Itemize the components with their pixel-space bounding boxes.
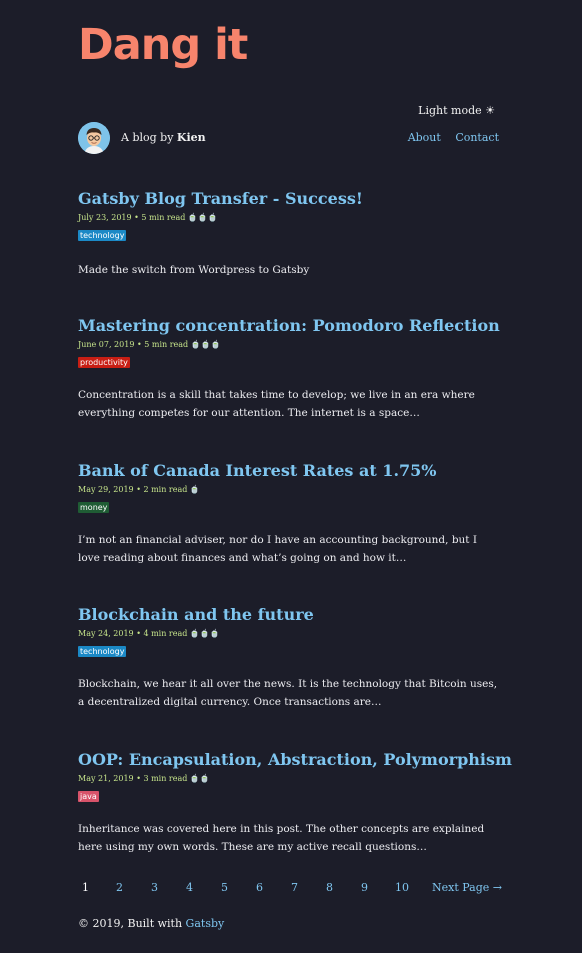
post-meta: May 29, 2019 • 2 min read 🍵 [78,485,200,494]
post-excerpt: Blockchain, we hear it all over the news… [78,678,498,708]
page-link[interactable]: 7 [291,881,298,894]
nav-link-contact[interactable]: Contact [455,131,499,144]
page-link[interactable]: 10 [395,881,409,894]
footer-text: © 2019, Built with [78,917,186,930]
page-link[interactable]: 3 [151,881,158,894]
nav-link-about[interactable]: About [408,131,441,144]
byline-author: Kien [176,131,206,144]
post-item: Bank of Canada Interest Rates at 1.75% M… [78,461,499,567]
page-link-current[interactable]: 1 [82,881,89,894]
page-link[interactable]: 8 [326,881,333,894]
post-meta: May 24, 2019 • 4 min read 🍵🍵🍵 [78,629,220,638]
post-excerpt: Inheritance was covered here in this pos… [78,823,485,853]
post-excerpt: I’m not an financial adviser, nor do I h… [78,534,478,564]
post-title-link[interactable]: Mastering concentration: Pomodoro Reflec… [78,316,500,336]
header-nav: About Contact [397,131,499,144]
post-meta: July 23, 2019 • 5 min read 🍵🍵🍵 [78,213,218,222]
post-tag[interactable]: productivity [78,357,130,368]
next-page-link[interactable]: Next Page → [432,881,502,894]
page-link[interactable]: 2 [116,881,123,894]
page-link[interactable]: 4 [186,881,193,894]
post-title-link[interactable]: Bank of Canada Interest Rates at 1.75% [78,461,499,481]
footer-gatsby-link[interactable]: Gatsby [186,917,225,930]
post-item: OOP: Encapsulation, Abstraction, Polymor… [78,750,512,856]
post-title-link[interactable]: OOP: Encapsulation, Abstraction, Polymor… [78,750,512,770]
post-item: Gatsby Blog Transfer - Success! July 23,… [78,189,499,279]
post-tag[interactable]: java [78,791,99,802]
post-tag[interactable]: money [78,502,110,513]
post-tag[interactable]: technology [78,646,127,657]
post-meta: June 07, 2019 • 5 min read 🍵🍵🍵 [78,340,221,349]
page-link[interactable]: 5 [221,881,228,894]
post-item: Blockchain and the future May 24, 2019 •… [78,605,499,711]
site-title[interactable]: Dang it [78,24,248,67]
byline-prefix: A blog by [121,131,177,144]
blog-byline: A blog by Kien [121,131,206,144]
post-meta: May 21, 2019 • 3 min read 🍵🍵 [78,774,210,783]
page-link[interactable]: 6 [256,881,263,894]
site-footer: © 2019, Built with Gatsby [78,917,224,930]
theme-toggle-button[interactable]: Light mode ☀ [418,104,495,117]
post-item: Mastering concentration: Pomodoro Reflec… [78,316,500,422]
post-tag[interactable]: technology [78,230,127,241]
post-excerpt: Made the switch from Wordpress to Gatsby [78,264,310,276]
avatar-illustration [78,122,110,154]
post-title-link[interactable]: Gatsby Blog Transfer - Success! [78,189,499,209]
page-link[interactable]: 9 [361,881,368,894]
avatar [78,122,110,154]
post-title-link[interactable]: Blockchain and the future [78,605,499,625]
post-excerpt: Concentration is a skill that takes time… [78,389,475,419]
